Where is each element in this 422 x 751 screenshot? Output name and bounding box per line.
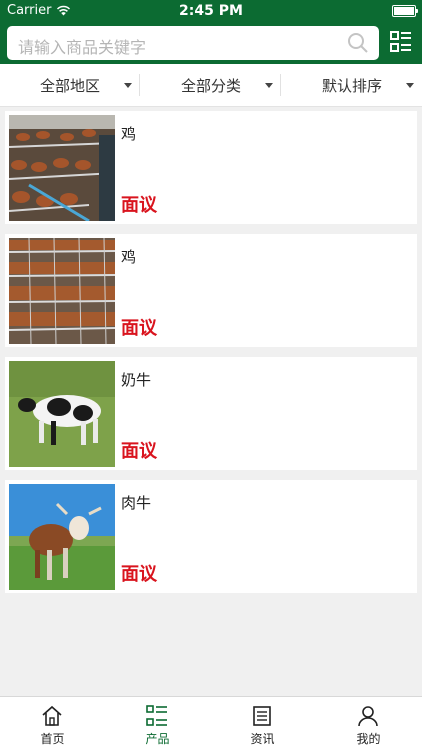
- category-menu-icon[interactable]: [390, 31, 412, 53]
- tab-products[interactable]: 产品: [105, 697, 210, 751]
- user-icon: [358, 706, 378, 727]
- news-icon: [253, 706, 271, 726]
- tab-profile[interactable]: 我的: [316, 697, 421, 751]
- filter-bar: 全部地区 全部分类 默认排序: [0, 64, 422, 107]
- search-icon[interactable]: [347, 32, 369, 54]
- tab-news-label: 资讯: [250, 732, 275, 746]
- status-bar: Carrier 2:45 PM: [0, 0, 422, 22]
- category-filter-label: 全部分类: [180, 76, 241, 95]
- tab-profile-label: 我的: [356, 732, 381, 746]
- product-title: 肉牛: [121, 494, 152, 512]
- region-filter[interactable]: 全部地区: [0, 64, 140, 106]
- product-card[interactable]: 鸡 面议: [5, 111, 417, 224]
- home-icon: [42, 705, 62, 726]
- product-title: 鸡: [121, 248, 137, 266]
- product-image: [9, 484, 115, 590]
- tab-news[interactable]: 资讯: [210, 697, 315, 751]
- header-bar: Carrier 2:45 PM 请输入商品关键字: [0, 0, 422, 64]
- tab-home-label: 首页: [40, 732, 65, 746]
- product-image: [9, 238, 115, 344]
- category-filter[interactable]: 全部分类: [141, 64, 281, 106]
- list-icon: [146, 705, 167, 726]
- product-price: 面议: [121, 564, 157, 585]
- product-price: 面议: [121, 195, 157, 216]
- chevron-down-icon: [265, 83, 273, 88]
- tab-home[interactable]: 首页: [0, 697, 105, 751]
- sort-filter-label: 默认排序: [321, 76, 382, 95]
- product-card[interactable]: 鸡 面议: [5, 234, 417, 347]
- search-placeholder: 请输入商品关键字: [18, 38, 147, 57]
- product-card[interactable]: 肉牛 面议: [5, 480, 417, 593]
- product-image: [9, 361, 115, 467]
- clock: 2:45 PM: [179, 3, 243, 19]
- product-title: 鸡: [121, 125, 137, 143]
- tab-bar: 首页 产品 资讯 我的: [0, 696, 422, 751]
- chevron-down-icon: [124, 83, 132, 88]
- search-field[interactable]: 请输入商品关键字: [7, 26, 379, 60]
- product-price: 面议: [121, 318, 157, 339]
- sort-filter[interactable]: 默认排序: [282, 64, 422, 106]
- chevron-down-icon: [406, 83, 414, 88]
- battery-icon: [392, 5, 418, 17]
- divider: [139, 74, 140, 96]
- region-filter-label: 全部地区: [39, 76, 100, 95]
- product-card[interactable]: 奶牛 面议: [5, 357, 417, 470]
- tab-products-label: 产品: [145, 732, 170, 746]
- product-image: [9, 115, 115, 221]
- divider: [280, 74, 281, 96]
- product-price: 面议: [121, 441, 157, 462]
- product-title: 奶牛: [121, 371, 152, 389]
